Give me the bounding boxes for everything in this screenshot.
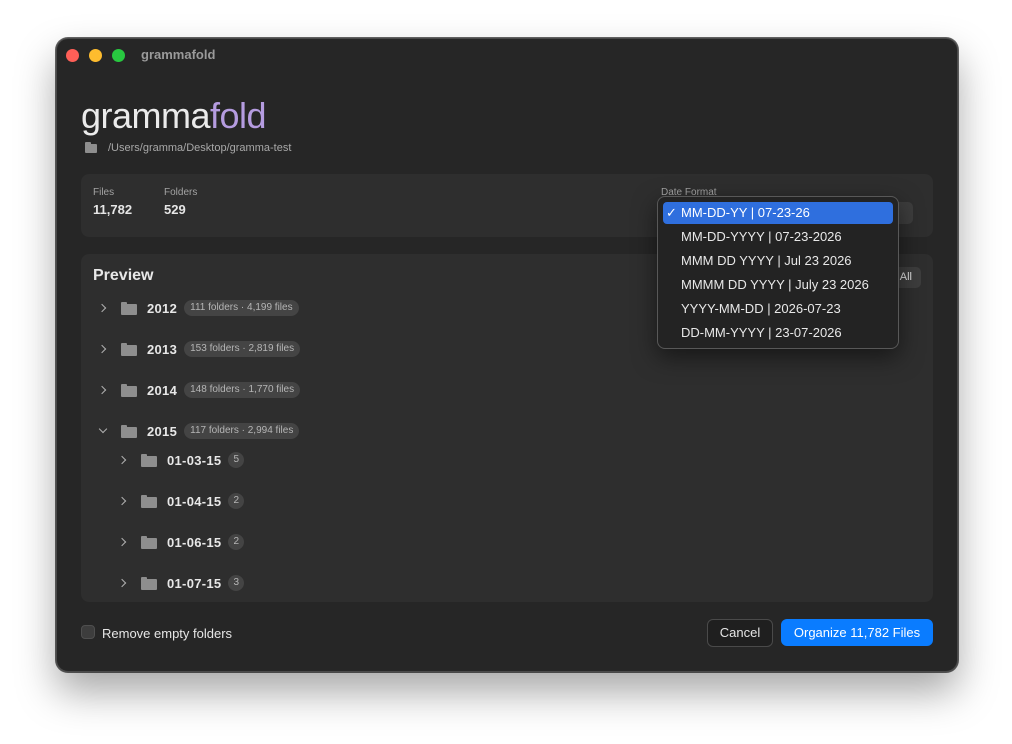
window-title: grammafold — [141, 47, 216, 62]
zoom-window-button[interactable] — [112, 49, 125, 62]
chevron-down-icon[interactable] — [99, 427, 107, 435]
tree-row-year[interactable]: 2012 111 folders · 4,199 files — [99, 298, 299, 318]
file-count-badge: 2 — [228, 493, 245, 509]
date-folder-label: 01-07-15 — [167, 575, 222, 591]
date-format-option[interactable]: DD-MM-YYYY | 23-07-2026 — [663, 322, 893, 344]
chevron-right-icon[interactable] — [119, 497, 127, 505]
date-folder-label: 01-04-15 — [167, 493, 222, 509]
chevron-right-icon[interactable] — [99, 386, 107, 394]
app-window: grammafold grammafold /Users/gramma/Desk… — [56, 38, 958, 672]
brand-part-1: gramma — [81, 95, 211, 136]
bottom-bar: Remove empty folders Cancel Organize 11,… — [81, 619, 933, 649]
folder-icon — [121, 424, 137, 438]
folder-icon — [141, 453, 157, 467]
folder-icon — [121, 383, 137, 397]
chevron-right-icon[interactable] — [99, 304, 107, 312]
year-info-badge: 117 folders · 2,994 files — [184, 423, 300, 439]
close-window-button[interactable] — [66, 49, 79, 62]
remove-empty-folders-checkbox[interactable] — [81, 625, 95, 639]
year-info-badge: 153 folders · 2,819 files — [184, 341, 301, 357]
date-format-menu: ✓ MM-DD-YY | 07-23-26 MM-DD-YYYY | 07-23… — [657, 196, 899, 349]
tree-row-year[interactable]: 2013 153 folders · 2,819 files — [99, 339, 301, 359]
chevron-right-icon[interactable] — [99, 345, 107, 353]
brand-part-2: fold — [210, 95, 267, 136]
path-row: /Users/gramma/Desktop/gramma-test — [85, 141, 292, 154]
year-label: 2012 — [147, 300, 178, 316]
folders-count: 529 — [164, 202, 186, 217]
date-format-option-label: MM-DD-YY | 07-23-26 — [681, 205, 810, 220]
year-info-badge: 148 folders · 1,770 files — [184, 382, 301, 398]
tree-row-date-folder[interactable]: 01-03-15 5 — [119, 450, 245, 470]
folder-icon — [121, 301, 137, 315]
year-label: 2013 — [147, 341, 178, 357]
date-format-option[interactable]: ✓ MM-DD-YY | 07-23-26 — [663, 202, 893, 224]
file-count-badge: 5 — [228, 452, 245, 468]
cancel-button[interactable]: Cancel — [707, 619, 773, 647]
folder-icon — [141, 576, 157, 590]
app-logo: grammafold — [81, 95, 267, 137]
files-label: Files — [93, 187, 115, 198]
remove-empty-folders-label[interactable]: Remove empty folders — [102, 626, 232, 641]
date-format-option[interactable]: MMM DD YYYY | Jul 23 2026 — [663, 250, 893, 272]
date-format-option[interactable]: MM-DD-YYYY | 07-23-2026 — [663, 226, 893, 248]
checkmark-icon: ✓ — [666, 205, 677, 220]
date-folder-label: 01-03-15 — [167, 452, 222, 468]
title-bar: grammafold — [57, 39, 957, 71]
chevron-right-icon[interactable] — [119, 538, 127, 546]
tree-row-year[interactable]: 2014 148 folders · 1,770 files — [99, 380, 301, 400]
chevron-right-icon[interactable] — [119, 456, 127, 464]
preview-title: Preview — [93, 267, 154, 284]
date-folder-label: 01-06-15 — [167, 534, 222, 550]
folders-label: Folders — [164, 187, 198, 198]
file-count-badge: 2 — [228, 534, 245, 550]
folder-icon — [141, 535, 157, 549]
year-label: 2015 — [147, 423, 178, 439]
tree-row-year[interactable]: 2015 117 folders · 2,994 files — [99, 421, 300, 441]
tree-row-date-folder[interactable]: 01-04-15 2 — [119, 491, 245, 511]
minimize-window-button[interactable] — [89, 49, 102, 62]
folder-icon — [85, 141, 97, 153]
year-info-badge: 111 folders · 4,199 files — [184, 300, 299, 316]
tree-row-date-folder[interactable]: 01-07-15 3 — [119, 573, 245, 593]
year-label: 2014 — [147, 382, 178, 398]
file-count-badge: 3 — [228, 575, 245, 591]
source-path: /Users/gramma/Desktop/gramma-test — [108, 142, 292, 154]
folder-icon — [141, 494, 157, 508]
date-format-option[interactable]: YYYY-MM-DD | 2026-07-23 — [663, 298, 893, 320]
chevron-right-icon[interactable] — [119, 579, 127, 587]
tree-row-date-folder[interactable]: 01-06-15 2 — [119, 532, 245, 552]
files-count: 11,782 — [93, 202, 133, 217]
date-format-option[interactable]: MMMM DD YYYY | July 23 2026 — [663, 274, 893, 296]
organize-files-button[interactable]: Organize 11,782 Files — [781, 619, 933, 646]
folder-icon — [121, 342, 137, 356]
